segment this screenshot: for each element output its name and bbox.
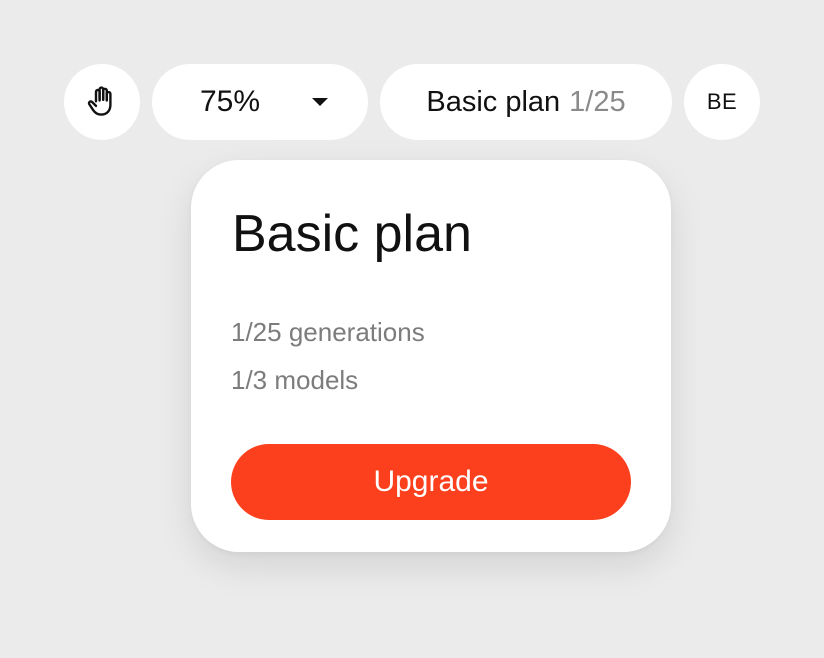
generations-usage: 1/25 generations: [231, 317, 425, 347]
upgrade-button[interactable]: Upgrade: [231, 444, 631, 520]
caret-down-icon: [312, 98, 328, 106]
hand-icon: [84, 84, 120, 120]
plan-title: Basic plan: [232, 205, 472, 263]
plan-usage: 1/25: [569, 85, 626, 118]
zoom-value: 75%: [200, 85, 261, 118]
top-toolbar: 75% Basic plan 1/25 BE: [64, 64, 760, 140]
avatar-initials: BE: [706, 89, 738, 114]
user-avatar[interactable]: BE: [684, 64, 760, 140]
plan-status-button[interactable]: Basic plan 1/25: [380, 64, 672, 140]
models-usage: 1/3 models: [231, 365, 359, 395]
hand-tool-button[interactable]: [64, 64, 140, 140]
plan-popover: Basic plan 1/25 generations 1/3 models U…: [191, 160, 671, 552]
zoom-select[interactable]: 75%: [152, 64, 368, 140]
plan-name: Basic plan: [426, 85, 561, 118]
